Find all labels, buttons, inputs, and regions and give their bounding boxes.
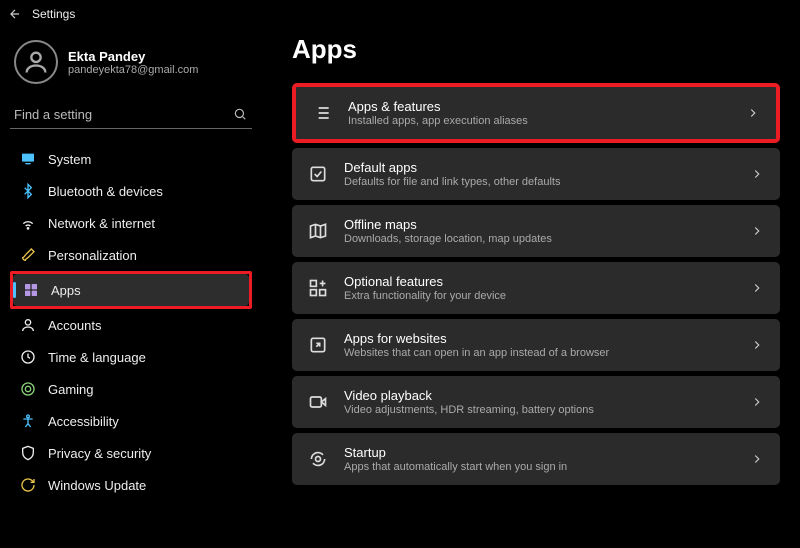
sidebar-item-label: Gaming — [48, 382, 94, 397]
page-title: Apps — [292, 34, 782, 65]
highlight-sidebar-apps: Apps — [10, 271, 252, 309]
sidebar: Ekta Pandey pandeyekta78@gmail.com Syste… — [0, 28, 262, 548]
profile-block[interactable]: Ekta Pandey pandeyekta78@gmail.com — [10, 34, 252, 98]
card-apps-websites[interactable]: Apps for websites Websites that can open… — [292, 319, 780, 371]
search-box[interactable] — [10, 100, 252, 129]
chevron-right-icon — [750, 452, 764, 466]
back-button[interactable] — [8, 7, 22, 21]
sidebar-item-bluetooth[interactable]: Bluetooth & devices — [10, 175, 252, 207]
sidebar-item-label: Privacy & security — [48, 446, 151, 461]
list-icon — [312, 103, 332, 123]
sidebar-item-label: Accounts — [48, 318, 101, 333]
apps-icon — [23, 282, 39, 298]
display-icon — [20, 151, 36, 167]
launch-icon — [308, 335, 328, 355]
card-text: Optional features Extra functionality fo… — [344, 274, 734, 302]
shield-icon — [20, 445, 36, 461]
profile-name: Ekta Pandey — [68, 49, 198, 64]
profile-email: pandeyekta78@gmail.com — [68, 64, 198, 76]
card-text: Startup Apps that automatically start wh… — [344, 445, 734, 473]
chevron-right-icon — [750, 167, 764, 181]
titlebar: Settings — [0, 0, 800, 28]
map-icon — [308, 221, 328, 241]
sidebar-item-label: Windows Update — [48, 478, 146, 493]
card-title: Offline maps — [344, 217, 734, 232]
card-title: Apps & features — [348, 99, 730, 114]
chevron-right-icon — [750, 395, 764, 409]
video-icon — [308, 392, 328, 412]
card-text: Offline maps Downloads, storage location… — [344, 217, 734, 245]
search-input[interactable] — [14, 107, 232, 122]
card-text: Apps for websites Websites that can open… — [344, 331, 734, 359]
card-sub: Extra functionality for your device — [344, 290, 734, 302]
sidebar-item-label: Apps — [51, 283, 81, 298]
sidebar-item-accessibility[interactable]: Accessibility — [10, 405, 252, 437]
card-apps-features[interactable]: Apps & features Installed apps, app exec… — [292, 83, 780, 143]
content-area: Ekta Pandey pandeyekta78@gmail.com Syste… — [0, 28, 800, 548]
card-sub: Defaults for file and link types, other … — [344, 176, 734, 188]
clock-icon — [20, 349, 36, 365]
sidebar-item-apps[interactable]: Apps — [13, 274, 249, 306]
chevron-right-icon — [746, 106, 760, 120]
main-panel: Apps Apps & features Installed apps, app… — [262, 28, 800, 548]
defaults-icon — [308, 164, 328, 184]
sidebar-item-label: Bluetooth & devices — [48, 184, 163, 199]
sidebar-item-update[interactable]: Windows Update — [10, 469, 252, 501]
card-sub: Video adjustments, HDR streaming, batter… — [344, 404, 734, 416]
bluetooth-icon — [20, 183, 36, 199]
chevron-right-icon — [750, 224, 764, 238]
cards-list: Apps & features Installed apps, app exec… — [292, 83, 782, 485]
card-sub: Installed apps, app execution aliases — [348, 115, 730, 127]
search-icon — [232, 106, 248, 122]
card-title: Startup — [344, 445, 734, 460]
card-optional-features[interactable]: Optional features Extra functionality fo… — [292, 262, 780, 314]
startup-icon — [308, 449, 328, 469]
gaming-icon — [20, 381, 36, 397]
chevron-right-icon — [750, 338, 764, 352]
card-sub: Downloads, storage location, map updates — [344, 233, 734, 245]
sidebar-item-label: Time & language — [48, 350, 146, 365]
sidebar-item-accounts[interactable]: Accounts — [10, 309, 252, 341]
sidebar-item-label: Accessibility — [48, 414, 119, 429]
sidebar-item-label: System — [48, 152, 91, 167]
card-text: Apps & features Installed apps, app exec… — [348, 99, 730, 127]
sidebar-item-gaming[interactable]: Gaming — [10, 373, 252, 405]
avatar — [14, 40, 58, 84]
sidebar-item-network[interactable]: Network & internet — [10, 207, 252, 239]
window-title: Settings — [32, 7, 75, 21]
card-text: Default apps Defaults for file and link … — [344, 160, 734, 188]
sidebar-item-time[interactable]: Time & language — [10, 341, 252, 373]
sidebar-item-label: Network & internet — [48, 216, 155, 231]
nav-list: System Bluetooth & devices Network & int… — [10, 143, 252, 501]
update-icon — [20, 477, 36, 493]
card-title: Video playback — [344, 388, 734, 403]
person-icon — [22, 48, 50, 76]
card-startup[interactable]: Startup Apps that automatically start wh… — [292, 433, 780, 485]
card-video-playback[interactable]: Video playback Video adjustments, HDR st… — [292, 376, 780, 428]
sidebar-item-privacy[interactable]: Privacy & security — [10, 437, 252, 469]
card-text: Video playback Video adjustments, HDR st… — [344, 388, 734, 416]
card-title: Default apps — [344, 160, 734, 175]
brush-icon — [20, 247, 36, 263]
profile-text: Ekta Pandey pandeyekta78@gmail.com — [68, 49, 198, 76]
card-sub: Websites that can open in an app instead… — [344, 347, 734, 359]
sidebar-item-label: Personalization — [48, 248, 137, 263]
wifi-icon — [20, 215, 36, 231]
sidebar-item-system[interactable]: System — [10, 143, 252, 175]
card-sub: Apps that automatically start when you s… — [344, 461, 734, 473]
add-grid-icon — [308, 278, 328, 298]
accounts-icon — [20, 317, 36, 333]
card-title: Apps for websites — [344, 331, 734, 346]
card-title: Optional features — [344, 274, 734, 289]
accessibility-icon — [20, 413, 36, 429]
card-default-apps[interactable]: Default apps Defaults for file and link … — [292, 148, 780, 200]
sidebar-item-personalization[interactable]: Personalization — [10, 239, 252, 271]
card-offline-maps[interactable]: Offline maps Downloads, storage location… — [292, 205, 780, 257]
arrow-left-icon — [8, 7, 22, 21]
chevron-right-icon — [750, 281, 764, 295]
